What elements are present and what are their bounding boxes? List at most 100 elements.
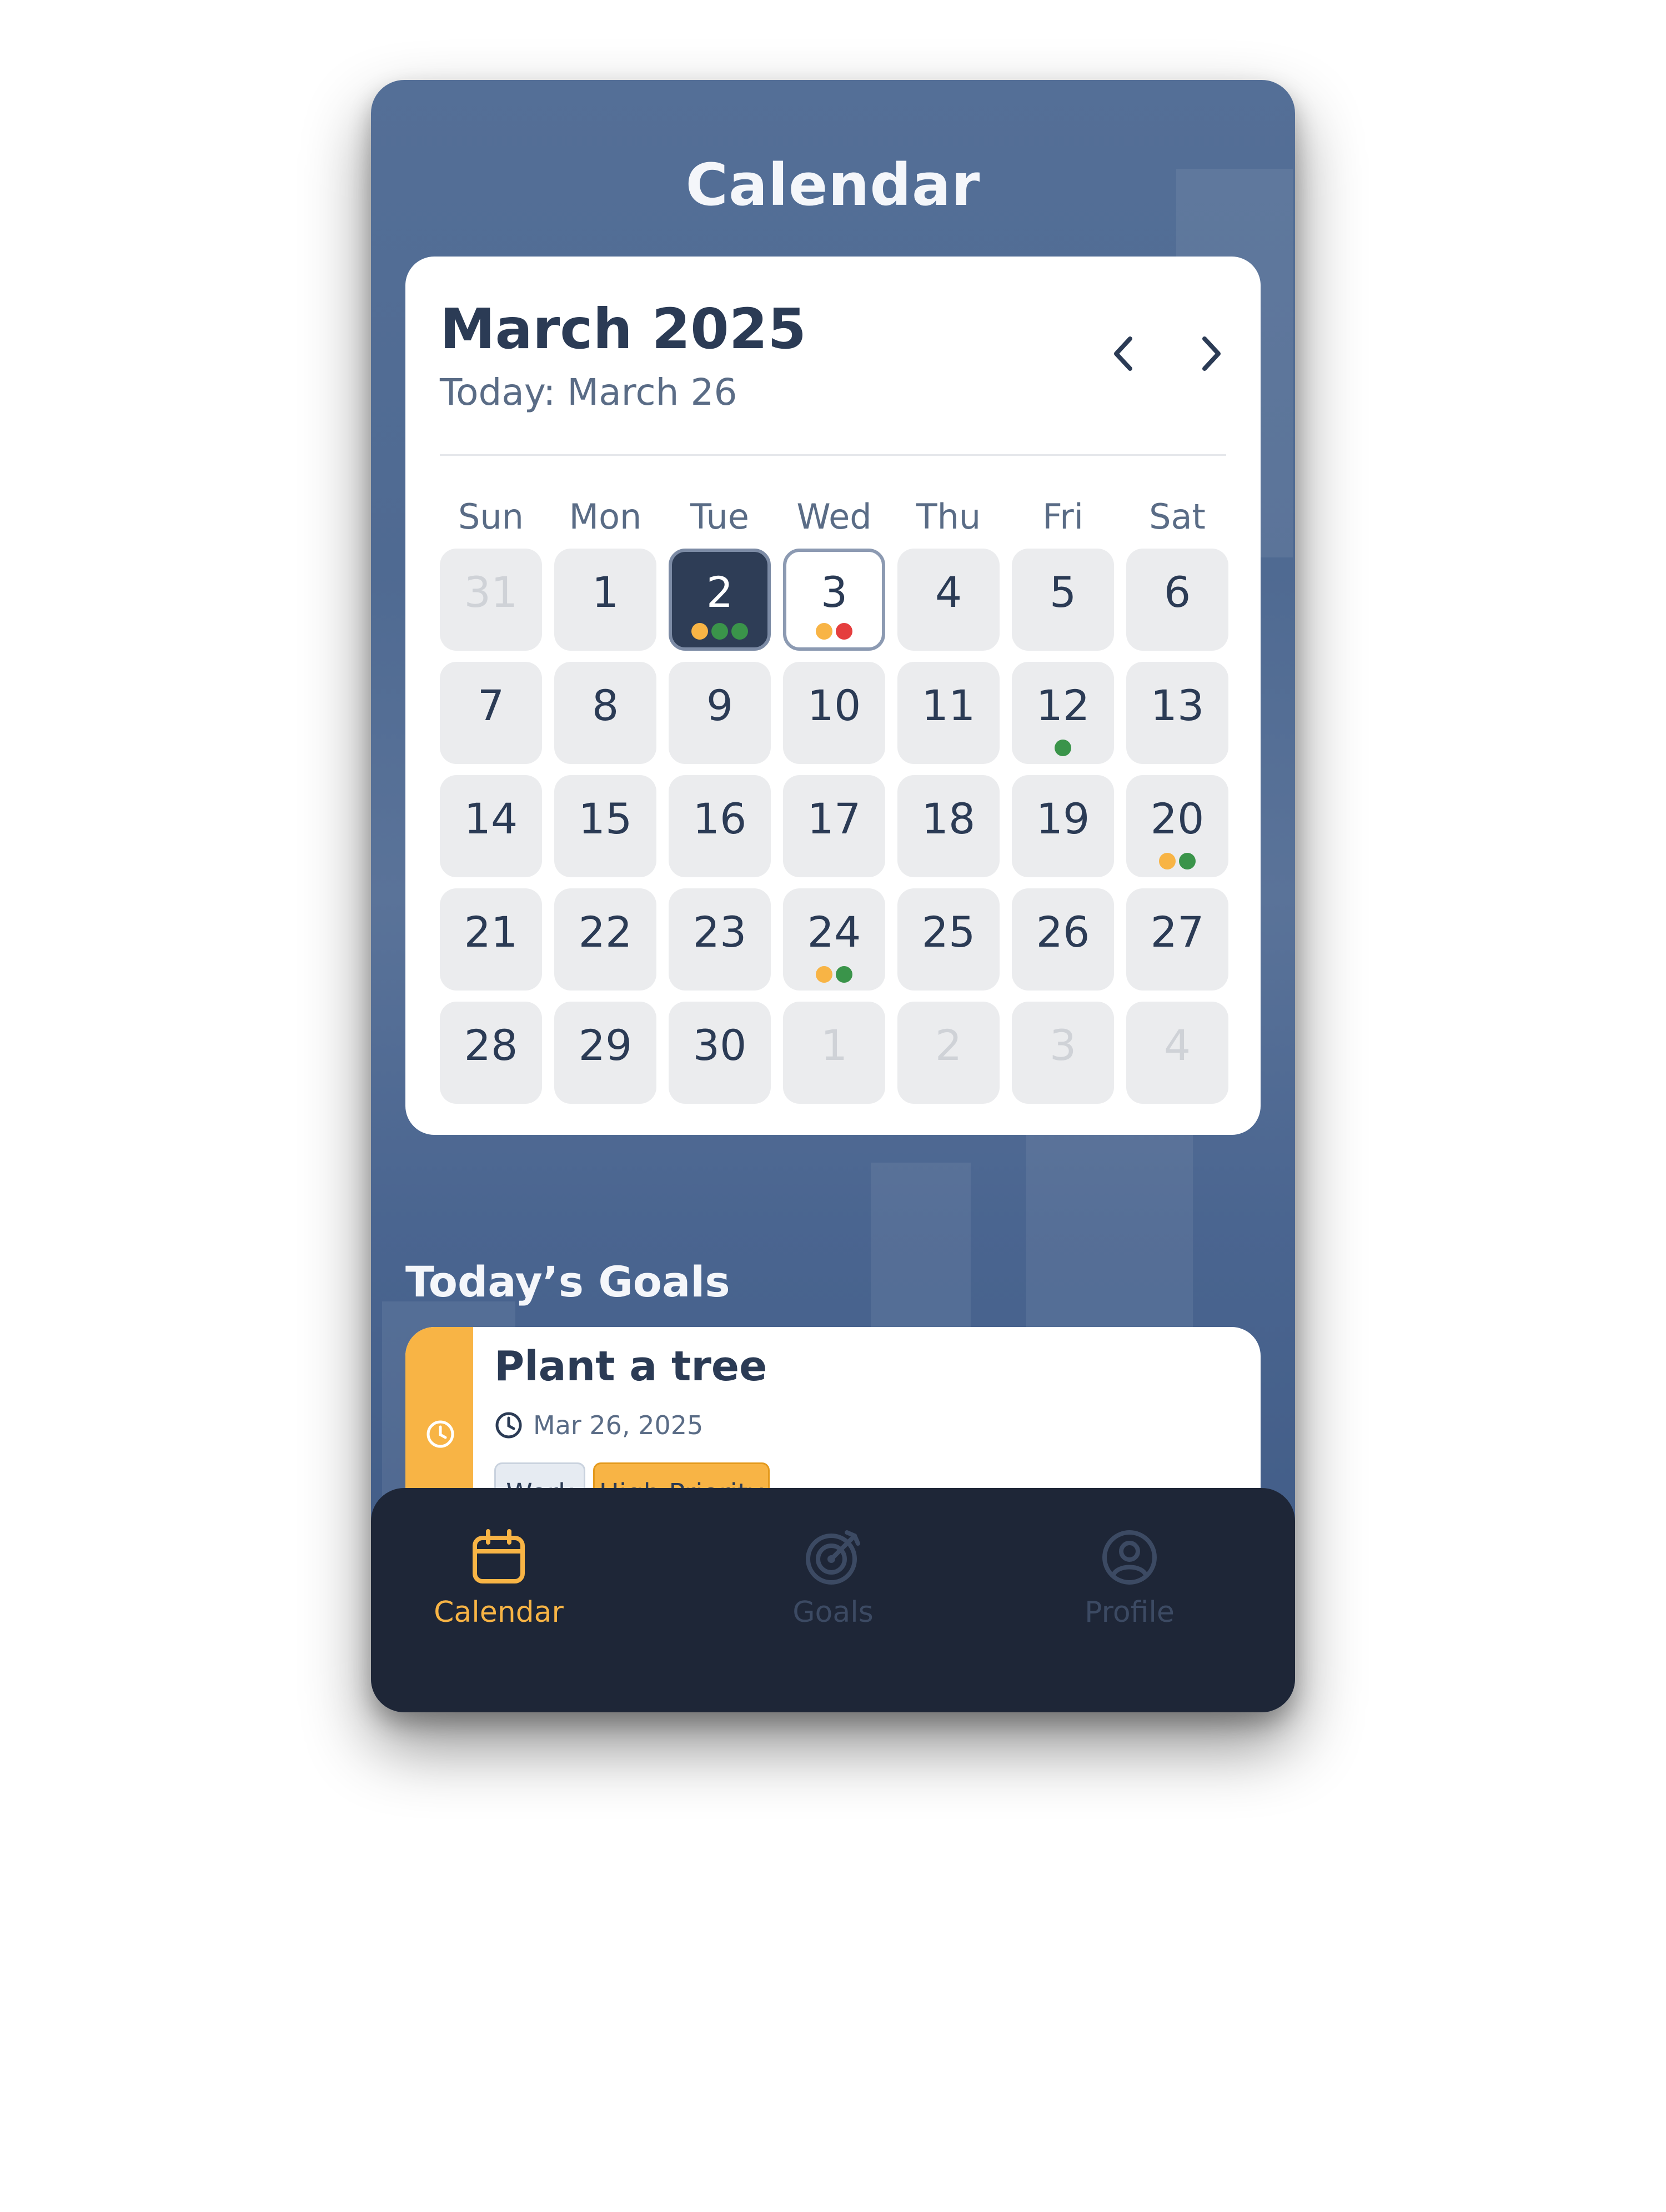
day-cell[interactable]: 25 — [897, 888, 1000, 991]
day-cell[interactable]: 2 — [669, 549, 771, 651]
calendar-card: March 2025 Today: March 26 Sun Mon Tue Wed T… — [405, 257, 1261, 1135]
day-number: 14 — [464, 794, 518, 843]
day-cell[interactable]: 1 — [783, 1002, 885, 1104]
day-number: 4 — [935, 567, 962, 617]
day-number: 21 — [464, 907, 518, 957]
background-building — [1026, 1135, 1193, 1357]
day-cell[interactable]: 31 — [440, 549, 542, 651]
day-number: 3 — [1049, 1020, 1077, 1070]
month-label: March 2025 — [440, 296, 806, 361]
event-dot — [711, 623, 728, 640]
day-cell[interactable]: 15 — [554, 775, 656, 877]
day-cell[interactable]: 8 — [554, 662, 656, 764]
weekday-label: Thu — [916, 496, 981, 537]
event-dot — [816, 966, 832, 983]
user-icon — [1102, 1530, 1157, 1585]
day-cell[interactable]: 9 — [669, 662, 771, 764]
day-cell[interactable]: 4 — [1126, 1002, 1228, 1104]
event-dot — [816, 623, 832, 640]
day-number: 24 — [807, 907, 861, 957]
day-number: 28 — [464, 1020, 518, 1070]
day-cell[interactable]: 23 — [669, 888, 771, 991]
day-cell[interactable]: 28 — [440, 1002, 542, 1104]
header-divider — [440, 454, 1226, 456]
weekday-label: Wed — [796, 496, 872, 537]
tab-goals[interactable]: Goals — [727, 1527, 939, 1629]
goal-title: Plant a tree — [494, 1343, 767, 1390]
day-number: 12 — [1036, 681, 1090, 730]
day-cell[interactable]: 20 — [1126, 775, 1228, 877]
event-dots — [783, 966, 885, 983]
day-number: 22 — [578, 907, 633, 957]
day-number: 27 — [1150, 907, 1205, 957]
today-label: Today: March 26 — [440, 371, 737, 414]
day-cell[interactable]: 1 — [554, 549, 656, 651]
day-number: 3 — [820, 567, 848, 617]
event-dot — [1055, 740, 1071, 756]
day-cell[interactable]: 6 — [1126, 549, 1228, 651]
day-cell[interactable]: 11 — [897, 662, 1000, 764]
clock-icon — [426, 1420, 454, 1448]
day-cell[interactable]: 18 — [897, 775, 1000, 877]
day-number: 2 — [706, 567, 734, 617]
prev-month-button[interactable] — [1100, 329, 1150, 379]
weekday-label: Fri — [1042, 496, 1083, 537]
day-cell[interactable]: 22 — [554, 888, 656, 991]
day-cell[interactable]: 2 — [897, 1002, 1000, 1104]
event-dot — [836, 623, 852, 640]
day-number: 23 — [693, 907, 747, 957]
phone-frame: Calendar March 2025 Today: March 26 Sun M… — [371, 80, 1295, 1712]
day-number: 15 — [578, 794, 633, 843]
day-number: 9 — [706, 681, 734, 730]
chevron-left-icon — [1114, 336, 1132, 371]
day-number: 17 — [807, 794, 861, 843]
day-cell[interactable]: 29 — [554, 1002, 656, 1104]
day-cell[interactable]: 7 — [440, 662, 542, 764]
tab-calendar[interactable]: Calendar — [393, 1527, 604, 1629]
event-dot — [691, 623, 708, 640]
day-cell[interactable]: 3 — [1012, 1002, 1114, 1104]
day-number: 4 — [1163, 1020, 1191, 1070]
goal-date: Mar 26, 2025 — [494, 1410, 703, 1440]
day-number: 10 — [807, 681, 861, 730]
tab-profile[interactable]: Profile — [1024, 1527, 1235, 1629]
day-number: 31 — [464, 567, 518, 617]
day-cell[interactable]: 17 — [783, 775, 885, 877]
event-dot — [1159, 853, 1176, 869]
day-number: 13 — [1150, 681, 1205, 730]
day-cell[interactable]: 24 — [783, 888, 885, 991]
next-month-button[interactable] — [1185, 329, 1235, 379]
day-cell[interactable]: 19 — [1012, 775, 1114, 877]
day-number: 1 — [820, 1020, 848, 1070]
section-title: Today’s Goals — [405, 1257, 730, 1306]
weekday-label: Mon — [569, 496, 642, 537]
day-cell[interactable]: 12 — [1012, 662, 1114, 764]
day-cell[interactable]: 16 — [669, 775, 771, 877]
day-cell[interactable]: 4 — [897, 549, 1000, 651]
tab-label: Profile — [1085, 1596, 1175, 1629]
day-number: 2 — [935, 1020, 962, 1070]
day-cell[interactable]: 21 — [440, 888, 542, 991]
day-cell[interactable]: 14 — [440, 775, 542, 877]
event-dots — [1012, 740, 1114, 756]
day-number: 11 — [921, 681, 976, 730]
day-cell[interactable]: 10 — [783, 662, 885, 764]
day-number: 5 — [1049, 567, 1077, 617]
day-cell[interactable]: 5 — [1012, 549, 1114, 651]
day-cell[interactable]: 26 — [1012, 888, 1114, 991]
weekday-label: Tue — [690, 496, 749, 537]
event-dot — [731, 623, 748, 640]
calendar-icon — [473, 1529, 525, 1583]
day-cell[interactable]: 13 — [1126, 662, 1228, 764]
day-cell[interactable]: 30 — [669, 1002, 771, 1104]
target-icon — [806, 1530, 860, 1585]
event-dots — [1126, 853, 1228, 869]
day-number: 25 — [921, 907, 976, 957]
day-cell[interactable]: 27 — [1126, 888, 1228, 991]
day-cell[interactable]: 3 — [783, 549, 885, 651]
day-number: 20 — [1150, 794, 1205, 843]
day-number: 29 — [578, 1020, 633, 1070]
goal-date-text: Mar 26, 2025 — [533, 1410, 704, 1440]
day-number: 1 — [591, 567, 619, 617]
tab-label: Calendar — [434, 1596, 564, 1629]
